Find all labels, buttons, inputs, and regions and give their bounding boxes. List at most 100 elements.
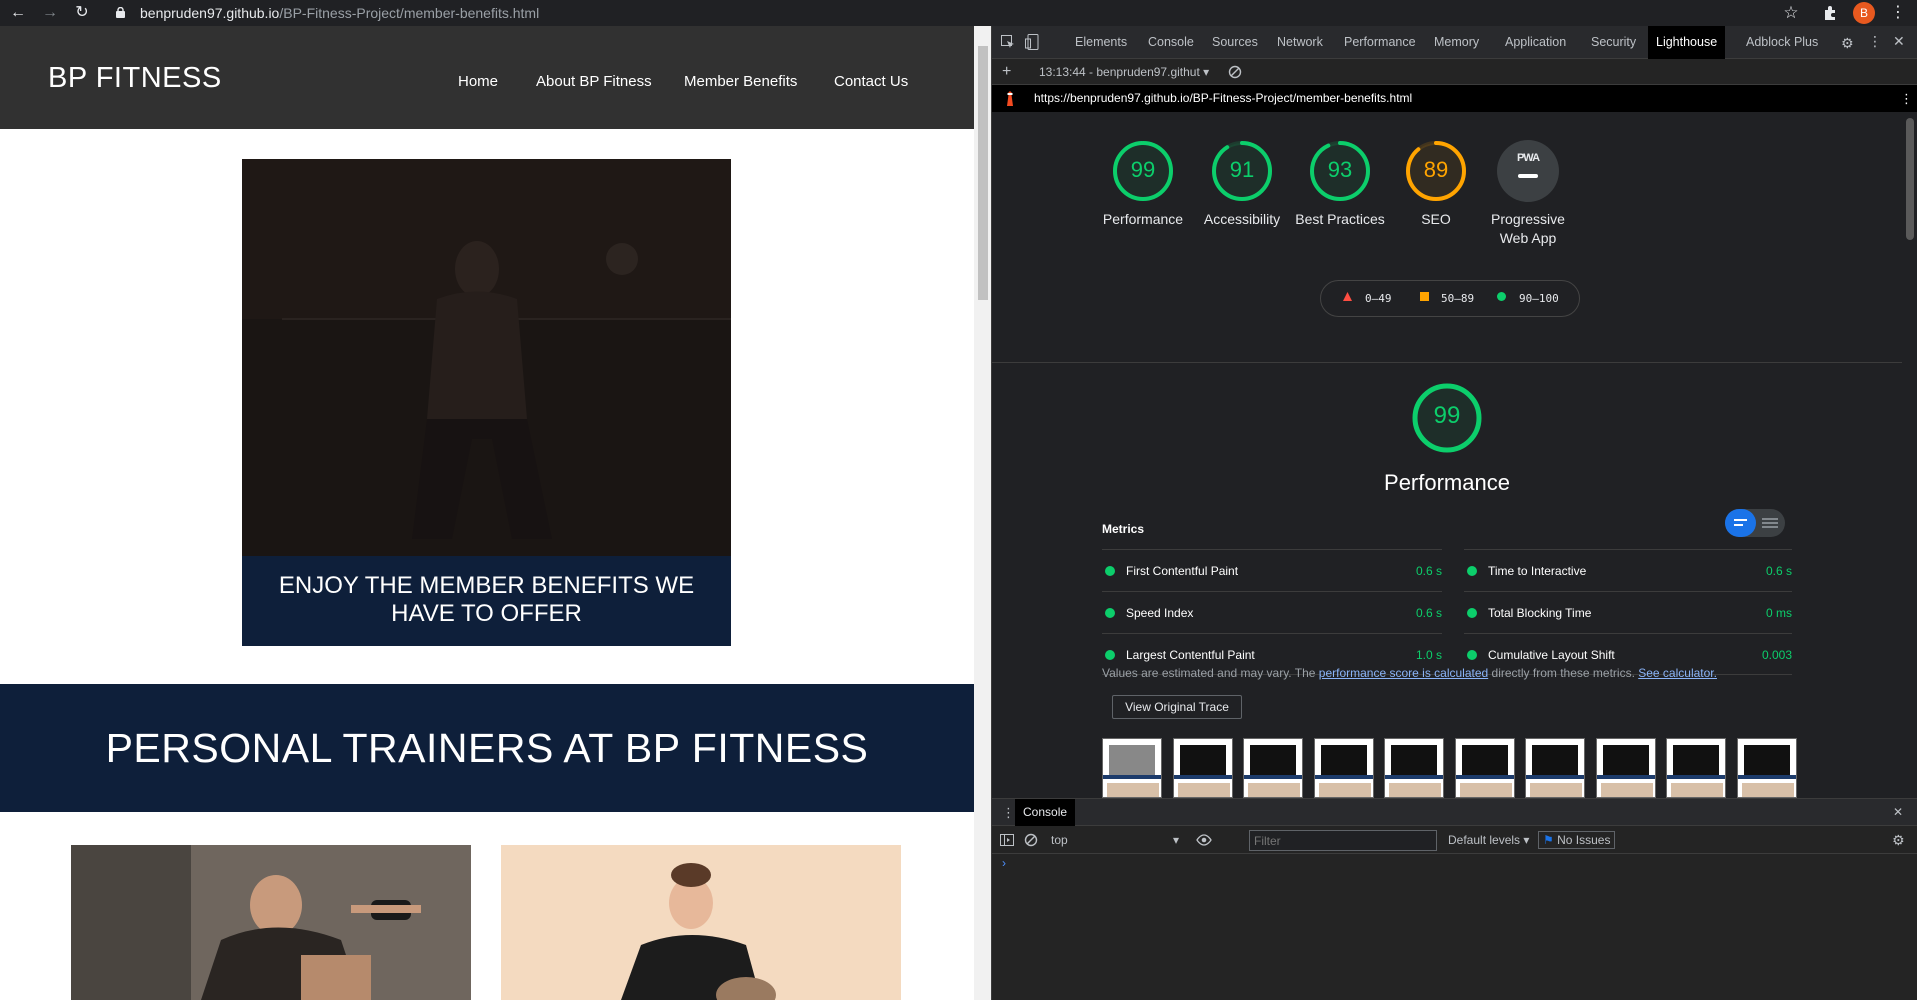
tab-performance[interactable]: Performance — [1336, 26, 1424, 59]
perf-score-calculated-link[interactable]: performance score is calculated — [1319, 666, 1488, 680]
pass-dot-icon — [1467, 566, 1477, 576]
see-calculator-link[interactable]: See calculator. — [1638, 666, 1717, 680]
view-original-trace-button[interactable]: View Original Trace — [1112, 695, 1242, 719]
nav-about[interactable]: About BP Fitness — [536, 73, 652, 90]
filmstrip-frame — [1595, 738, 1656, 798]
legend-average: 50–89 — [1441, 292, 1475, 305]
gauge-performance[interactable]: 99 Performance — [1093, 138, 1193, 229]
console-output[interactable]: › — [992, 854, 1917, 1000]
new-report-plus-icon[interactable]: + — [1002, 59, 1011, 85]
filmstrip-frame — [1313, 738, 1374, 798]
settings-gear-icon[interactable]: ⚙ — [1841, 35, 1854, 52]
tab-elements[interactable]: Elements — [1067, 26, 1135, 59]
metrics-view-toggle[interactable] — [1725, 509, 1785, 537]
issues-badge[interactable]: ⚑ No Issues — [1538, 831, 1616, 849]
trainers-heading: PERSONAL TRAINERS AT BP FITNESS — [0, 684, 974, 812]
report-scrollbar[interactable] — [1902, 112, 1917, 798]
trainer-photo-1 — [71, 845, 471, 1000]
report-select[interactable]: 13:13:44 - benpruden97.githut ▾ — [1039, 59, 1209, 85]
filmstrip-frame — [1736, 738, 1797, 798]
gauge-seo[interactable]: 89 SEO — [1386, 138, 1486, 229]
lighthouse-logo-icon — [1004, 91, 1016, 106]
report-scrollbar-thumb[interactable] — [1906, 118, 1914, 240]
report-select-label: 13:13:44 - benpruden97.githut — [1039, 65, 1200, 79]
tab-console[interactable]: Console — [1140, 26, 1202, 59]
browser-menu-icon[interactable]: ⋮ — [1888, 3, 1908, 23]
pass-dot-icon — [1467, 608, 1477, 618]
note-text: Values are estimated and may vary. The — [1102, 666, 1319, 680]
report-url[interactable]: https://benpruden97.github.io/BP-Fitness… — [1034, 85, 1412, 112]
profile-avatar[interactable]: B — [1853, 2, 1875, 24]
metrics-label: Metrics — [1102, 522, 1145, 536]
console-filter-input[interactable] — [1249, 830, 1437, 851]
extensions-puzzle-icon[interactable] — [1822, 5, 1838, 21]
fail-triangle-icon — [1343, 292, 1352, 301]
drawer-tab-console[interactable]: Console — [1015, 799, 1076, 826]
tab-application[interactable]: Application — [1497, 26, 1574, 59]
metric-name: Total Blocking Time — [1488, 606, 1592, 620]
chevron-down-icon: ▾ — [1523, 833, 1530, 847]
filmstrip-frame — [1172, 738, 1233, 798]
pass-circle-icon — [1497, 292, 1506, 301]
live-expression-eye-icon[interactable] — [1196, 832, 1212, 848]
filmstrip-frame — [1525, 738, 1585, 798]
devtools-menu-icon[interactable]: ⋮ — [1868, 33, 1882, 50]
tab-lighthouse[interactable]: Lighthouse — [1648, 26, 1726, 59]
clear-report-icon[interactable] — [1228, 65, 1242, 79]
gauge-accessibility[interactable]: 91 Accessibility — [1192, 138, 1292, 229]
reload-icon[interactable]: ↻ — [72, 3, 92, 23]
bookmark-star-icon[interactable]: ☆ — [1781, 3, 1801, 23]
drawer-menu-icon[interactable]: ⋮ — [1002, 805, 1015, 821]
nav-contact[interactable]: Contact Us — [834, 73, 908, 90]
tab-security[interactable]: Security — [1583, 26, 1644, 59]
hero-image — [242, 159, 731, 556]
device-toolbar-icon[interactable] — [1025, 34, 1039, 50]
filmstrip-frame — [1243, 738, 1303, 798]
back-arrow-icon[interactable]: ← — [8, 3, 28, 23]
sidebar-toggle-icon[interactable] — [1000, 833, 1014, 847]
devtools-tabbar: Elements Console Sources Network Perform… — [992, 26, 1917, 59]
pass-dot-icon — [1105, 566, 1115, 576]
console-settings-gear-icon[interactable]: ⚙ — [1892, 832, 1905, 849]
metric-value: 0.003 — [1761, 648, 1792, 662]
tab-network[interactable]: Network — [1269, 26, 1331, 59]
inspect-element-icon[interactable] — [1001, 35, 1015, 49]
gauge-best-practices[interactable]: 93 Best Practices — [1290, 138, 1390, 229]
issues-flag-icon: ⚑ — [1543, 833, 1554, 847]
context-select[interactable]: top ▾ — [1051, 826, 1179, 854]
list-view-icon[interactable] — [1756, 509, 1785, 537]
console-toolbar: top ▾ Default levels ▾ ⚑ No Issues ⚙ — [992, 826, 1917, 854]
tab-memory[interactable]: Memory — [1426, 26, 1487, 59]
log-levels-select[interactable]: Default levels ▾ — [1448, 826, 1529, 854]
performance-gauge-large: 99 — [1411, 382, 1483, 454]
pass-dot-icon — [1105, 650, 1115, 660]
clear-console-icon[interactable] — [1024, 833, 1038, 847]
browser-toolbar: ← → ↻ benpruden97.github.io/BP-Fitness-P… — [0, 0, 1917, 26]
nav-member-benefits[interactable]: Member Benefits — [684, 73, 797, 90]
expanded-view-icon[interactable] — [1725, 509, 1756, 537]
legend-fail: 0–49 — [1365, 292, 1392, 305]
lighthouse-report-url-bar: https://benpruden97.github.io/BP-Fitness… — [992, 85, 1917, 112]
tab-sources[interactable]: Sources — [1204, 26, 1266, 59]
site-logo[interactable]: BP FITNESS — [48, 62, 222, 95]
tab-adblock-plus[interactable]: Adblock Plus — [1738, 26, 1826, 59]
score-legend: 0–49 50–89 90–100 — [1320, 280, 1580, 317]
devtools-panel: Elements Console Sources Network Perform… — [991, 26, 1917, 1000]
metric-value: 0 ms — [1765, 606, 1792, 620]
page-scrollbar-thumb[interactable] — [978, 46, 988, 300]
gauge-score: PWA — [1516, 152, 1540, 164]
forward-arrow-icon[interactable]: → — [40, 3, 60, 23]
close-drawer-icon[interactable]: ✕ — [1893, 805, 1903, 819]
filmstrip-frame — [1102, 738, 1162, 798]
site-header: BP FITNESS Home About BP Fitness Member … — [0, 26, 974, 129]
metric-name: Cumulative Layout Shift — [1488, 648, 1615, 662]
close-devtools-icon[interactable]: ✕ — [1893, 33, 1905, 50]
nav-home[interactable]: Home — [458, 73, 498, 90]
report-menu-icon[interactable]: ⋮ — [1900, 85, 1913, 112]
gauge-score: 99 — [1130, 157, 1156, 182]
average-square-icon — [1420, 292, 1429, 301]
gauge-pwa[interactable]: PWA Progressive Web App — [1478, 138, 1578, 248]
legend-pass: 90–100 — [1519, 292, 1559, 305]
gauge-label: Performance — [1102, 211, 1184, 227]
note-text: directly from these metrics. — [1488, 666, 1639, 680]
